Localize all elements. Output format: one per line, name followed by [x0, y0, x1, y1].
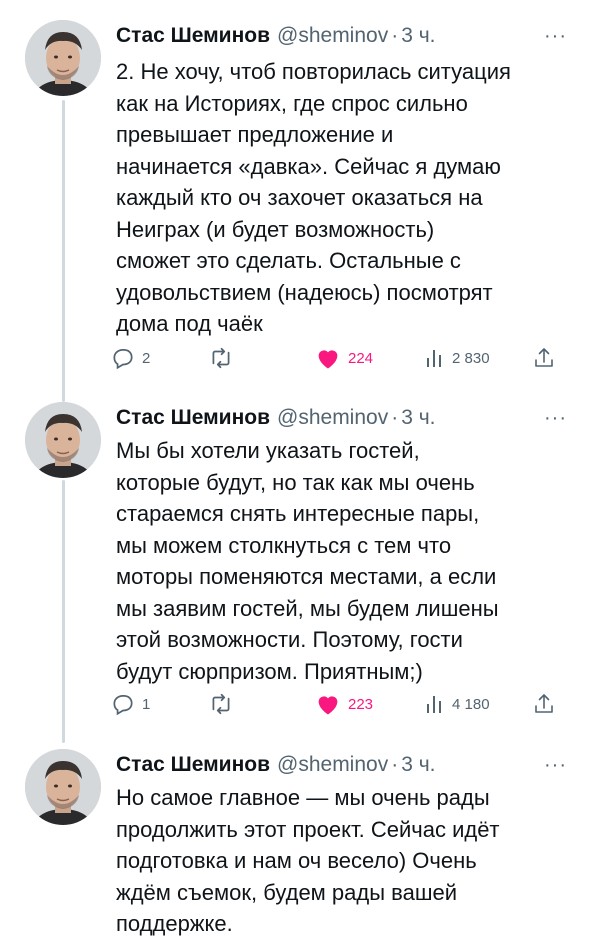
tweet-text: Мы бы хотели указать гостей, которые буд… [116, 438, 499, 684]
author-handle[interactable]: @sheminov [277, 24, 388, 48]
tweet-header: Стас Шеминов @sheminov · 3 ч. [116, 402, 561, 434]
tweet-text: Но самое главное — мы очень рады продолж… [116, 785, 500, 936]
author-name[interactable]: Стас Шеминов [116, 24, 270, 48]
share-icon [535, 694, 553, 713]
more-icon[interactable]: ··· [544, 20, 567, 52]
heart-filled-icon [318, 350, 338, 369]
retweet-button[interactable] [208, 690, 234, 718]
timestamp[interactable]: 3 ч. [401, 406, 435, 430]
more-icon[interactable]: ··· [544, 749, 567, 781]
author-name[interactable]: Стас Шеминов [116, 753, 270, 777]
more-icon[interactable]: ··· [544, 402, 567, 434]
author-handle[interactable]: @sheminov [277, 406, 388, 430]
separator-dot: · [391, 24, 399, 47]
views-count: 4 180 [452, 695, 490, 713]
retweet-icon [212, 693, 230, 715]
avatar[interactable] [25, 749, 101, 825]
retweet-icon [212, 347, 230, 369]
reply-button[interactable]: 1 [110, 690, 150, 718]
thread-line [62, 100, 65, 402]
views-count: 2 830 [452, 349, 490, 367]
avatar-photo-icon [25, 20, 101, 96]
tweet-actions: 2 224 2 830 [113, 344, 556, 372]
timestamp[interactable]: 3 ч. [401, 24, 435, 48]
avatar[interactable] [25, 20, 101, 96]
avatar-photo-icon [25, 749, 101, 825]
like-count: 224 [348, 349, 374, 367]
reply-count: 1 [142, 695, 151, 713]
like-button[interactable]: 224 [314, 344, 373, 372]
separator-dot: · [391, 406, 399, 429]
like-button[interactable]: 223 [314, 690, 373, 718]
views-button[interactable]: 4 180 [424, 690, 490, 718]
retweet-button[interactable] [208, 344, 234, 372]
share-button[interactable] [532, 690, 556, 718]
thread-line [62, 480, 65, 743]
avatar-photo-icon [25, 402, 101, 478]
views-button[interactable]: 2 830 [424, 344, 490, 372]
reply-icon [113, 695, 133, 716]
tweet-actions: 1 223 4 180 [113, 690, 556, 718]
reply-button[interactable]: 2 [110, 344, 150, 372]
reply-icon [113, 349, 133, 370]
author-handle[interactable]: @sheminov [277, 753, 388, 777]
tweet-header: Стас Шеминов @sheminov · 3 ч. [116, 20, 561, 52]
author-name[interactable]: Стас Шеминов [116, 406, 270, 430]
tweet-header: Стас Шеминов @sheminov · 3 ч. [116, 749, 561, 781]
heart-filled-icon [318, 696, 338, 715]
avatar[interactable] [25, 402, 101, 478]
share-button[interactable] [532, 344, 556, 372]
reply-count: 2 [142, 349, 151, 367]
views-icon [427, 696, 441, 713]
views-icon [427, 350, 441, 367]
share-icon [535, 348, 553, 367]
timestamp[interactable]: 3 ч. [401, 753, 435, 777]
like-count: 223 [348, 695, 374, 713]
separator-dot: · [391, 753, 399, 776]
tweet-text: 2. Не хочу, чтоб повторилась ситуация ка… [116, 59, 511, 336]
